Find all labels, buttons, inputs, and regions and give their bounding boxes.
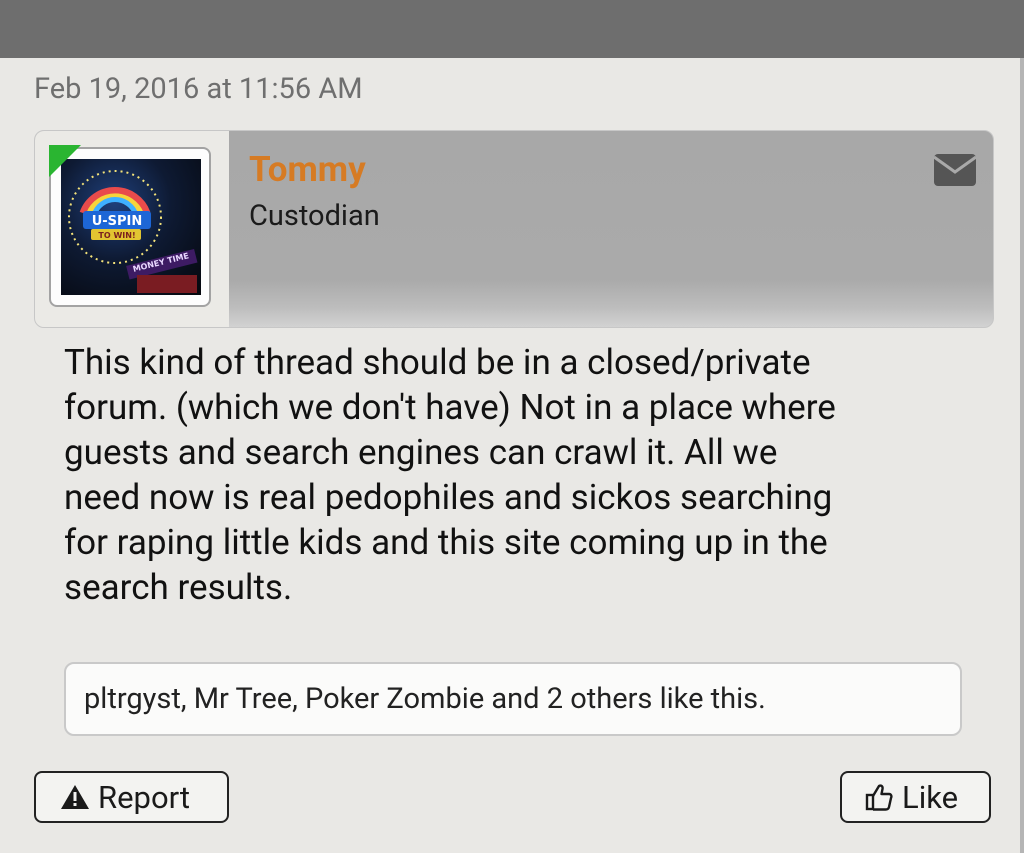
message-line: search results.	[64, 567, 293, 608]
likes-summary-box: pltrgyst, Mr Tree, Poker Zombie and 2 ot…	[64, 662, 962, 736]
warning-icon	[61, 785, 89, 809]
red-underline-annotation	[0, 58, 960, 298]
thumbs-up-icon	[865, 784, 893, 811]
like-label: Like	[902, 778, 959, 816]
report-button[interactable]: Report	[34, 771, 229, 823]
report-label: Report	[98, 778, 191, 816]
message-line: need now is real pedophiles and sickos s…	[64, 477, 833, 518]
message-line: guests and search engines can crawl it. …	[64, 432, 778, 473]
forum-post: Feb 19, 2016 at 11:56 AM U-SPIN TO WIN! …	[0, 58, 1024, 853]
message-line: for raping little kids and this site com…	[64, 522, 828, 563]
likes-summary-text[interactable]: pltrgyst, Mr Tree, Poker Zombie and 2 ot…	[84, 682, 766, 716]
message-line: forum. (which we don't have) Not in a pl…	[64, 387, 836, 428]
top-bar	[0, 0, 1024, 58]
message-line: This kind of thread should be in a close…	[64, 342, 811, 383]
like-button[interactable]: Like	[840, 771, 991, 823]
post-message: This kind of thread should be in a close…	[64, 340, 964, 610]
